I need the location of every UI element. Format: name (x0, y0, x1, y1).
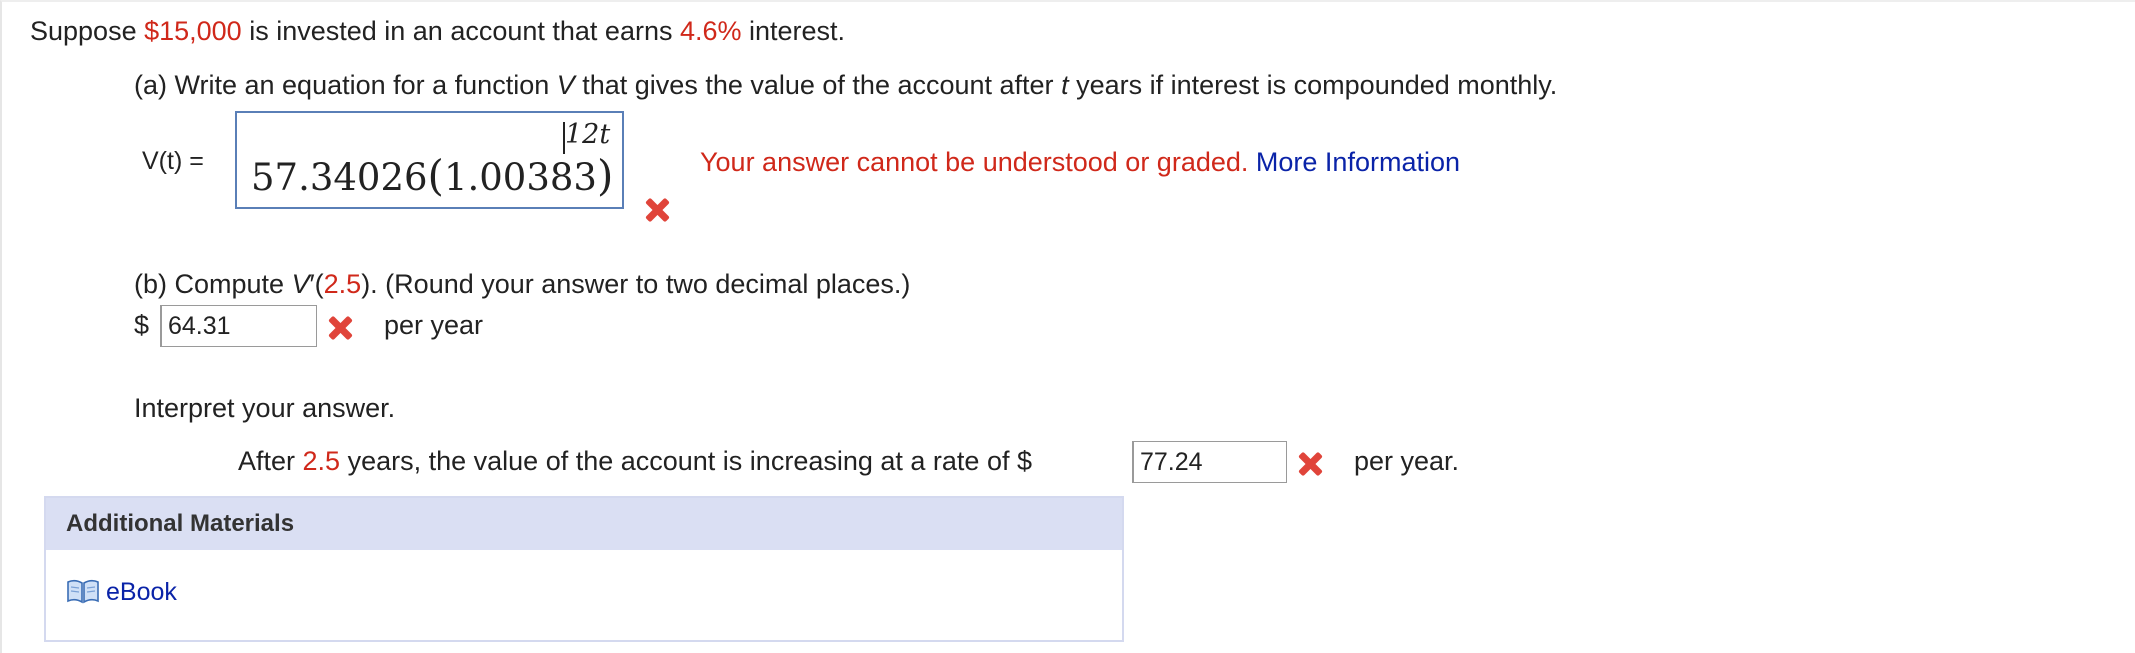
years-value: 2.5 (302, 446, 341, 476)
prompt-text: that gives the value of the account afte… (574, 70, 1062, 100)
interest-rate: 4.6% (679, 16, 742, 46)
variable-v: V (556, 70, 575, 100)
principal-amount: $15,000 (144, 16, 242, 46)
unit-label: per year (384, 310, 484, 340)
prompt-text: ′( (309, 269, 324, 299)
variable-t: t (1061, 70, 1069, 100)
equation-base: 1.00383 (443, 156, 597, 199)
intro-text: Suppose (30, 16, 145, 46)
open-paren: ( (427, 151, 444, 200)
close-paren: ) (596, 151, 614, 200)
intro-text: is invested in an account that earns (241, 16, 680, 46)
ebook-link[interactable]: eBook (66, 578, 177, 611)
function-v: V (291, 269, 310, 299)
ebook-label: eBook (106, 578, 177, 606)
currency-symbol: $ (134, 310, 150, 340)
problem-statement: Suppose $15,000 is invested in an accoun… (30, 15, 845, 47)
sentence-text: years, the value of the account is incre… (340, 446, 1032, 476)
grading-error-message: Your answer cannot be understood or grad… (700, 146, 1460, 178)
derivative-answer-input[interactable]: 64.31 (160, 305, 317, 347)
prompt-text: (a) Write an equation for a function (134, 70, 557, 100)
equation-expression: 57.34026(1.00383) (251, 151, 613, 200)
equation-coefficient: 57.34026 (251, 156, 428, 199)
unit-label: per year. (1354, 446, 1460, 476)
prompt-text: ). (Round your answer to two decimal pla… (361, 269, 911, 299)
equation-answer-field[interactable]: 57.34026(1.00383) 12t (235, 111, 624, 209)
interpret-sentence: After 2.5 years, the value of the accoun… (238, 445, 1032, 477)
additional-materials-panel: Additional Materials eBook (44, 496, 1124, 642)
prompt-text: years if interest is compounded monthly. (1068, 70, 1558, 100)
error-text: Your answer cannot be understood or grad… (700, 147, 1249, 177)
rate-answer-input[interactable]: 77.24 (1132, 441, 1287, 483)
t-value: 2.5 (323, 269, 362, 299)
interpret-heading: Interpret your answer. (134, 393, 396, 423)
part-a-prompt: (a) Write an equation for a function V t… (134, 69, 1557, 101)
intro-text: interest. (741, 16, 846, 46)
incorrect-mark-icon (642, 195, 672, 225)
prompt-text: (b) Compute (134, 269, 292, 299)
equation-label: V(t) = (142, 147, 204, 175)
sentence-text: After (238, 446, 303, 476)
additional-materials-header: Additional Materials (46, 498, 1122, 550)
book-icon (66, 578, 100, 611)
equation-exponent: 12t (565, 119, 611, 150)
more-information-link[interactable]: More Information (1256, 147, 1460, 177)
part-b-prompt: (b) Compute V′(2.5). (Round your answer … (134, 268, 910, 300)
incorrect-mark-icon (1295, 449, 1325, 479)
incorrect-mark-icon (325, 313, 355, 343)
